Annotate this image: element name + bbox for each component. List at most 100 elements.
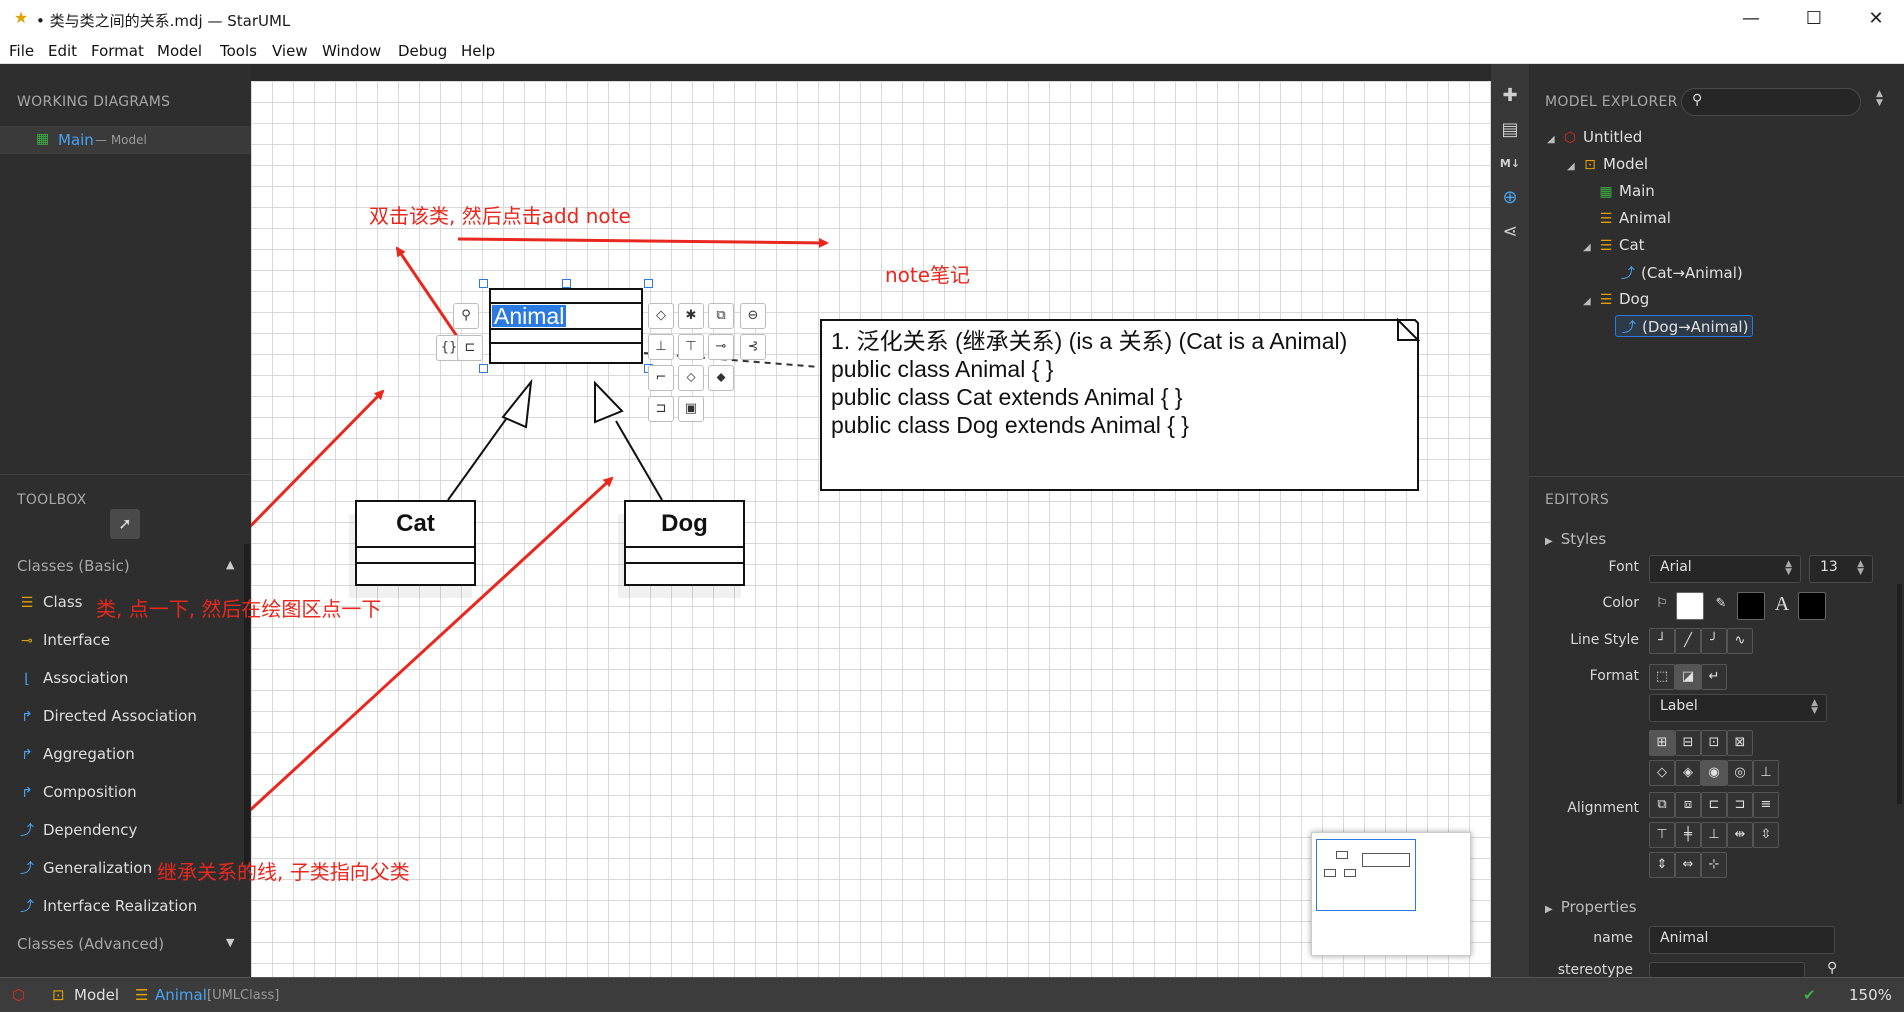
font-size-stepper[interactable]: 13 ▲ ▼ xyxy=(1809,555,1873,583)
line-style-rectilinear-icon[interactable]: ┘ xyxy=(1649,628,1675,654)
bring-front-icon[interactable]: ⧉ xyxy=(1649,792,1675,818)
working-diagram-item-main[interactable]: ▦ Main — Model xyxy=(0,126,251,154)
tree-item-dog[interactable]: ◢ ☰ Dog xyxy=(1583,290,1649,312)
menu-format[interactable]: Format xyxy=(91,42,144,60)
align-right-icon[interactable]: ≡ xyxy=(1753,792,1779,818)
line-style-curve-icon[interactable]: ∿ xyxy=(1727,628,1753,654)
zoom-level[interactable]: 150% xyxy=(1849,986,1892,1004)
eraser-icon[interactable]: ◇ xyxy=(648,303,674,329)
associated-class-icon[interactable]: ⌐ xyxy=(648,365,674,391)
maximize-button[interactable]: ☐ xyxy=(1786,0,1842,38)
same-width-icon[interactable]: ⇔ xyxy=(1675,852,1701,878)
status-model[interactable]: Model xyxy=(74,986,119,1004)
toolbox-group-basic[interactable]: Classes (Basic) xyxy=(17,557,130,575)
tree-item-animal[interactable]: ☰ Animal xyxy=(1597,209,1671,231)
tree-item-cat[interactable]: ◢ ☰ Cat xyxy=(1583,236,1645,258)
show-shadow-icon[interactable]: ◪ xyxy=(1675,664,1701,690)
validation-ok-icon[interactable]: ✔ xyxy=(1803,986,1816,1004)
toolbox-aggregation[interactable]: ↱ Aggregation xyxy=(0,737,240,773)
toolbox-scrollbar[interactable] xyxy=(244,544,250,864)
auto-resize-icon[interactable]: ⬚ xyxy=(1649,664,1675,690)
collapse-up-icon[interactable]: ▲ xyxy=(226,558,234,571)
font-color-swatch[interactable] xyxy=(1798,592,1826,620)
selection-handle[interactable] xyxy=(479,279,488,288)
same-size-icon[interactable]: ⊹ xyxy=(1701,852,1727,878)
show-namespace-icon[interactable]: ◈ xyxy=(1675,760,1701,786)
selection-handle[interactable] xyxy=(479,364,488,373)
tree-item-model[interactable]: ◢ ⊡ Model xyxy=(1567,155,1648,177)
same-height-icon[interactable]: ⇕ xyxy=(1649,852,1675,878)
tree-item-main[interactable]: ▦ Main xyxy=(1597,182,1654,204)
toolbox-group-advanced[interactable]: Classes (Advanced) xyxy=(17,935,164,953)
close-button[interactable]: ✕ xyxy=(1848,0,1904,38)
font-family-select[interactable]: Arial ▲ ▼ xyxy=(1649,555,1801,583)
menu-window[interactable]: Window xyxy=(322,42,381,60)
menu-help[interactable]: Help xyxy=(461,42,495,60)
align-left-icon[interactable]: ⊏ xyxy=(1701,792,1727,818)
line-style-rounded-icon[interactable]: ╯ xyxy=(1701,628,1727,654)
composed-class-icon[interactable]: ⬥ xyxy=(708,365,734,391)
layout-icon[interactable]: ▤ xyxy=(1498,118,1522,142)
search-stereotype-icon[interactable]: ⚲ xyxy=(1827,960,1837,976)
fill-color-swatch[interactable] xyxy=(1676,592,1704,620)
toolbox-composition[interactable]: ↱ Composition xyxy=(0,775,240,811)
line-color-pen-icon[interactable]: ✎ xyxy=(1708,592,1734,618)
sort-icon[interactable]: ▲ ▼ xyxy=(1876,90,1883,108)
toolbox-directed-association[interactable]: ↱ Directed Association xyxy=(0,699,240,735)
operation-icon[interactable]: ⊖ xyxy=(740,303,766,329)
align-bottom-icon[interactable]: ⊥ xyxy=(1701,822,1727,848)
properties-section[interactable]: ▶ Properties xyxy=(1545,898,1637,916)
extensions-icon[interactable]: ✚ xyxy=(1498,84,1522,108)
package-icon[interactable]: ⊏ xyxy=(457,335,483,361)
editors-scrollbar[interactable] xyxy=(1897,584,1902,804)
tree-item-untitled[interactable]: ◢ ⬡ Untitled xyxy=(1547,128,1642,150)
generalization-line-dog[interactable] xyxy=(615,420,663,501)
aggregated-class-icon[interactable]: ⬦ xyxy=(678,365,704,391)
toolbox-interface-realization[interactable]: ⤴ Interface Realization xyxy=(0,889,240,925)
line-style-oblique-icon[interactable]: ╱ xyxy=(1675,628,1701,654)
model-search-input[interactable]: ⚲ xyxy=(1681,88,1861,116)
toolbox-dependency[interactable]: ⤴ Dependency xyxy=(0,813,240,849)
add-stereotype-icon[interactable]: ⚲ xyxy=(453,303,479,329)
show-property-icon[interactable]: ◉ xyxy=(1701,760,1727,786)
send-back-icon[interactable]: ⧈ xyxy=(1675,792,1701,818)
class-animal[interactable]: Animal xyxy=(489,288,643,364)
attribute-icon[interactable]: ⧉ xyxy=(708,303,734,329)
minimize-button[interactable]: — xyxy=(1723,0,1779,38)
markdown-icon[interactable]: M↓ xyxy=(1498,152,1522,176)
stereotype-field[interactable] xyxy=(1649,962,1805,977)
minimap[interactable] xyxy=(1311,832,1471,956)
word-wrap-icon[interactable]: ↵ xyxy=(1701,664,1727,690)
tree-item-dog-generalization[interactable]: ⤴ (Dog→Animal) xyxy=(1615,315,1754,337)
align-top-icon[interactable]: ⊤ xyxy=(1649,822,1675,848)
provided-interface-icon[interactable]: ⊸ xyxy=(708,334,734,360)
menu-tools[interactable]: Tools xyxy=(220,42,257,60)
settings-icon[interactable]: ✱ xyxy=(678,303,704,329)
space-horizontal-icon[interactable]: ⇹ xyxy=(1727,822,1753,848)
format-select[interactable]: Label ▲ ▼ xyxy=(1649,694,1827,722)
align-center-icon[interactable]: ⊐ xyxy=(1727,792,1753,818)
show-type-icon[interactable]: ◎ xyxy=(1727,760,1753,786)
line-color-swatch[interactable] xyxy=(1737,592,1765,620)
menu-view[interactable]: View xyxy=(272,42,308,60)
format-painter-icon[interactable]: ⚐ xyxy=(1649,592,1675,618)
menu-file[interactable]: File xyxy=(9,42,34,60)
styles-section[interactable]: ▶ Styles xyxy=(1545,530,1606,548)
port-icon[interactable]: ⊐ xyxy=(648,396,674,422)
show-multiplicity-icon[interactable]: ⊥ xyxy=(1753,760,1779,786)
tree-item-cat-generalization[interactable]: ⤴ (Cat→Animal) xyxy=(1619,263,1743,285)
menu-edit[interactable]: Edit xyxy=(48,42,77,60)
class-dog[interactable]: Dog xyxy=(624,500,745,586)
toolbox-association[interactable]: ⌊ Association xyxy=(0,661,240,697)
font-color-icon[interactable]: A xyxy=(1769,592,1795,618)
menu-debug[interactable]: Debug xyxy=(398,42,447,60)
add-subclass-icon[interactable]: ⊤ xyxy=(678,334,704,360)
class-cat[interactable]: Cat xyxy=(355,500,476,586)
selection-handle[interactable] xyxy=(644,279,653,288)
space-vertical-icon[interactable]: ⇳ xyxy=(1753,822,1779,848)
pointer-tool-icon[interactable]: ➚ xyxy=(110,509,140,539)
selection-handle[interactable] xyxy=(562,279,571,288)
part-icon[interactable]: ▣ xyxy=(678,396,704,422)
show-visibility-icon[interactable]: ◇ xyxy=(1649,760,1675,786)
share-icon[interactable]: ⋖ xyxy=(1498,220,1522,244)
